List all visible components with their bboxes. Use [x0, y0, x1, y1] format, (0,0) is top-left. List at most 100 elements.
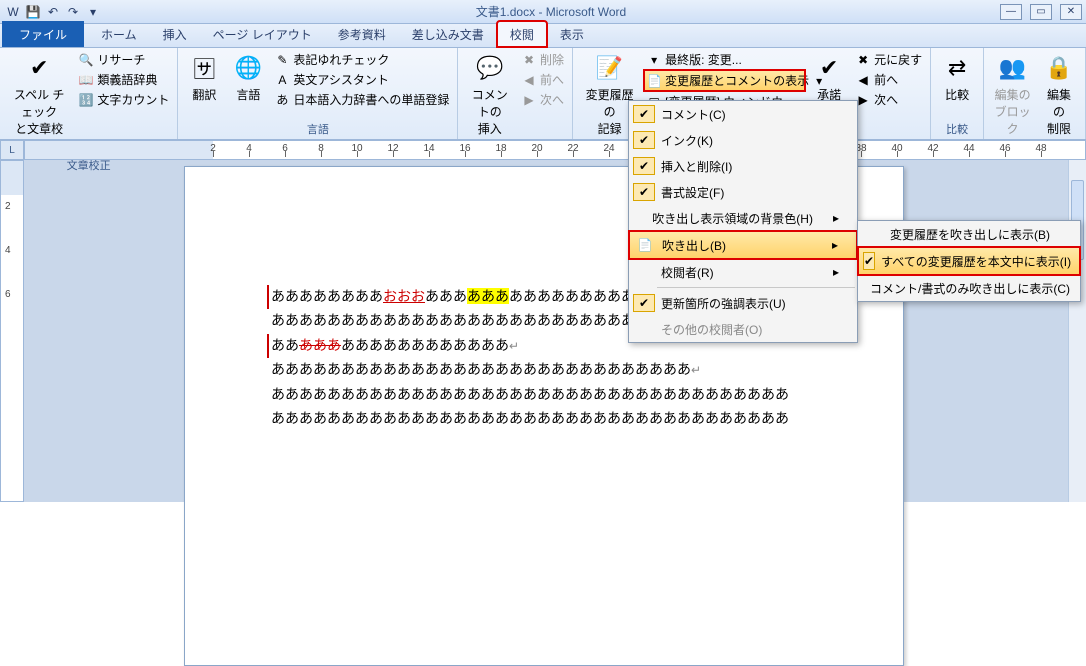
wordcount-button[interactable]: 🔢文字カウント	[76, 90, 171, 109]
thesaurus-button[interactable]: 📖類義語辞典	[76, 70, 171, 89]
tab-insert[interactable]: 挿入	[150, 21, 200, 47]
next-change-button[interactable]: ▶次へ	[853, 90, 924, 109]
check-icon	[862, 225, 884, 243]
save-icon[interactable]: 💾	[24, 3, 42, 21]
check-icon: ✔	[863, 252, 875, 270]
fluctuation-button[interactable]: ✎表記ゆれチェック	[272, 50, 451, 69]
block-authors-button[interactable]: 👥編集のブロック	[990, 50, 1035, 139]
menu-insertions-deletions[interactable]: ✔挿入と削除(I)	[629, 153, 857, 179]
check-icon	[633, 263, 655, 281]
tab-home[interactable]: ホーム	[88, 21, 150, 47]
new-comment-button[interactable]: 💬コメントの挿入	[464, 50, 515, 139]
menu-balloon-bg[interactable]: 吹き出し表示領域の背景色(H)▸	[629, 205, 857, 231]
prev-comment-button[interactable]: ◀前へ	[519, 70, 566, 89]
menu-balloons[interactable]: 📄吹き出し(B)▸	[629, 231, 857, 259]
balloons-submenu: 変更履歴を吹き出しに表示(B) ✔すべての変更履歴を本文中に表示(I) コメント…	[857, 220, 1081, 302]
wordcount-icon: 🔢	[78, 92, 94, 108]
group-language-label: 言語	[184, 120, 451, 138]
tab-layout[interactable]: ページ レイアウト	[200, 21, 325, 47]
accept-icon: ✔	[813, 52, 845, 84]
language-icon: 🌐	[232, 52, 264, 84]
spellcheck-icon: ✔︎	[23, 52, 55, 84]
menu-other-authors[interactable]: その他の校閲者(O)	[629, 316, 857, 342]
research-icon: 🔍	[78, 52, 94, 68]
check-icon	[633, 320, 655, 338]
dropdown-icon: ▾	[646, 52, 662, 68]
tab-view[interactable]: 表示	[547, 21, 597, 47]
close-button[interactable]: ✕	[1060, 4, 1082, 20]
compare-icon: ⇄	[941, 52, 973, 84]
prev-change-button[interactable]: ◀前へ	[853, 70, 924, 89]
submenu-arrow-icon: ▸	[813, 211, 839, 225]
prev-icon: ◀	[521, 72, 537, 88]
minimize-button[interactable]: —	[1000, 4, 1022, 20]
vertical-scrollbar[interactable]	[1068, 160, 1086, 502]
block-icon: 👥	[997, 52, 1029, 84]
check-icon	[862, 279, 864, 297]
tab-mailings[interactable]: 差し込み文書	[399, 21, 497, 47]
menu-comments[interactable]: ✔コメント(C)	[629, 101, 857, 127]
group-proofing: ✔︎ スペル チェックと文章校正 🔍リサーチ 📖類義語辞典 🔢文字カウント 文章…	[0, 48, 178, 139]
accept-button[interactable]: ✔承諾	[809, 50, 849, 105]
prev-change-icon: ◀	[855, 72, 871, 88]
menu-highlight-updates[interactable]: ✔更新箇所の強調表示(U)	[629, 290, 857, 316]
menu-comments-formatting-only[interactable]: コメント/書式のみ吹き出しに表示(C)	[858, 275, 1080, 301]
menu-show-inline[interactable]: ✔すべての変更履歴を本文中に表示(I)	[858, 247, 1080, 275]
menu-reviewers[interactable]: 校閲者(R)▸	[629, 259, 857, 285]
translate-icon: 🈂	[188, 52, 220, 84]
delete-icon: ✖	[521, 52, 537, 68]
submenu-arrow-icon: ▸	[812, 238, 838, 252]
menu-separator	[657, 287, 855, 288]
maximize-button[interactable]: ▭	[1030, 4, 1052, 20]
track-icon: 📝	[594, 52, 626, 84]
menu-show-in-balloons[interactable]: 変更履歴を吹き出しに表示(B)	[858, 221, 1080, 247]
ime-icon: あ	[274, 92, 290, 108]
next-icon: ▶	[521, 92, 537, 108]
ribbon-tabs: ファイル ホーム 挿入 ページ レイアウト 参考資料 差し込み文書 校閲 表示	[0, 24, 1086, 48]
qat-dropdown-icon[interactable]: ▾	[84, 3, 102, 21]
document-container: 246 ああああああああおおおあああああああああああああああああああああああああ…	[0, 160, 1086, 502]
menu-formatting[interactable]: ✔書式設定(F)	[629, 179, 857, 205]
language-button[interactable]: 🌐言語	[228, 50, 268, 105]
compare-button[interactable]: ⇄比較	[937, 50, 977, 105]
doc-line-5: あああああああああああああああああああああああああああああああああああああ	[271, 383, 817, 407]
delete-comment-button[interactable]: ✖削除	[519, 50, 566, 69]
ribbon: ✔︎ スペル チェックと文章校正 🔍リサーチ 📖類義語辞典 🔢文字カウント 文章…	[0, 48, 1086, 140]
restrict-editing-button[interactable]: 🔒編集の制限	[1039, 50, 1079, 139]
group-compare-label: 比較	[937, 120, 977, 138]
redo-icon[interactable]: ↷	[64, 3, 82, 21]
tab-file[interactable]: ファイル	[2, 21, 84, 47]
group-protect: 👥編集のブロック 🔒編集の制限 保護	[984, 48, 1086, 139]
check-icon: ✔	[633, 131, 655, 149]
next-comment-button[interactable]: ▶次へ	[519, 90, 566, 109]
window-title: 文書1.docx - Microsoft Word	[102, 3, 1000, 20]
vertical-ruler[interactable]: 246	[0, 160, 24, 502]
tab-references[interactable]: 参考資料	[325, 21, 399, 47]
fluctuation-icon: ✎	[274, 52, 290, 68]
check-icon: ✔	[633, 183, 655, 201]
check-icon: ✔	[633, 105, 655, 123]
check-icon: ✔	[633, 294, 655, 312]
ime-register-button[interactable]: あ日本語入力辞書への単語登録	[272, 90, 451, 109]
ruler-corner[interactable]: L	[0, 140, 24, 160]
undo-icon[interactable]: ↶	[44, 3, 62, 21]
doc-line-6: あああああああああああああああああああああああああああああああああああああ	[271, 407, 817, 431]
show-markup-button[interactable]: 📄変更履歴とコメントの表示▾	[644, 70, 805, 91]
reject-button[interactable]: ✖元に戻す	[853, 50, 924, 69]
markup-icon: 📄	[647, 73, 662, 89]
display-for-review[interactable]: ▾最終版: 変更...	[644, 50, 805, 69]
menu-ink[interactable]: ✔インク(K)	[629, 127, 857, 153]
english-icon: A	[274, 72, 290, 88]
group-language: 🈂翻訳 🌐言語 ✎表記ゆれチェック A英文アシスタント あ日本語入力辞書への単語…	[178, 48, 458, 139]
word-icon[interactable]: W	[4, 3, 22, 21]
check-icon	[633, 209, 646, 227]
comment-icon: 💬	[474, 52, 506, 84]
thesaurus-icon: 📖	[78, 72, 94, 88]
english-assistant-button[interactable]: A英文アシスタント	[272, 70, 451, 89]
translate-button[interactable]: 🈂翻訳	[184, 50, 224, 105]
tab-review[interactable]: 校閲	[497, 21, 547, 47]
horizontal-ruler[interactable]: 2468101214161820222426283032343638404244…	[24, 140, 1086, 160]
research-button[interactable]: 🔍リサーチ	[76, 50, 171, 69]
submenu-arrow-icon: ▸	[813, 265, 839, 279]
reject-icon: ✖	[855, 52, 871, 68]
